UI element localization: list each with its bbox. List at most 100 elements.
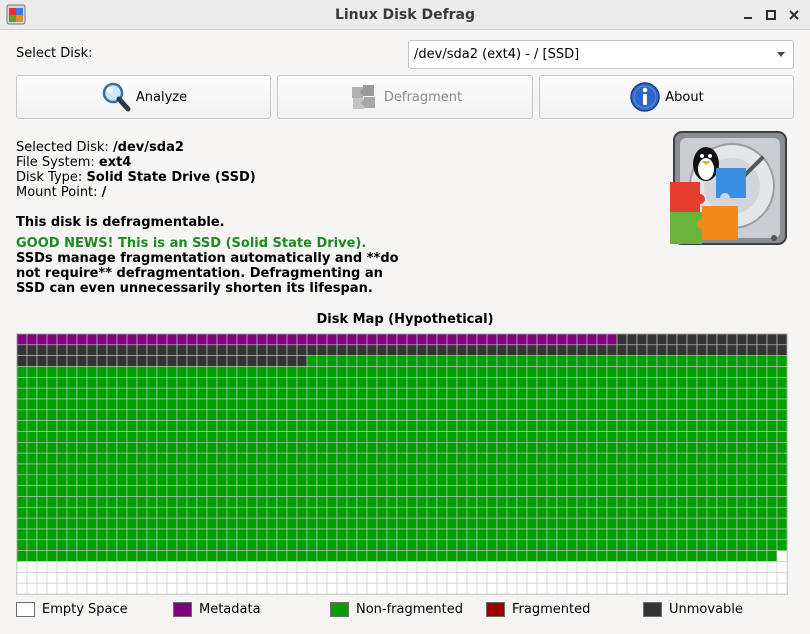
disk-block [516,507,528,519]
disk-block [66,572,78,584]
disk-block [706,485,718,497]
disk-block [236,485,248,497]
disk-block [706,496,718,508]
disk-block [486,452,498,465]
disk-block [26,398,38,411]
disk-block [26,517,38,530]
disk-block [726,431,738,443]
disk-block [316,528,328,541]
disk-block [696,409,708,421]
disk-block [176,442,188,454]
disk-block [536,431,548,443]
disk-block [176,528,188,541]
disk-block [586,398,598,411]
disk-block [66,387,78,400]
disk-block [586,517,598,530]
maximize-button[interactable] [761,5,781,25]
disk-block [216,355,228,367]
disk-block [756,420,768,432]
disk-block [466,550,478,562]
disk-block [306,334,318,346]
disk-block [366,561,378,573]
disk-block [446,539,458,551]
disk-block [106,344,118,356]
disk-block [336,582,348,595]
disk-block [416,485,428,497]
disk-block [436,561,448,573]
disk-block [66,377,78,389]
disk-block [476,334,488,346]
disk-block [186,561,198,573]
disk-block [696,550,708,562]
disk-block [326,517,338,530]
disk-block [696,431,708,443]
disk-block [676,409,688,421]
disk-block [146,366,158,378]
disk-block [256,496,268,508]
disk-block [616,398,628,411]
analyze-button[interactable]: Analyze [16,75,271,119]
disk-block [236,377,248,389]
disk-combobox[interactable]: /dev/sda2 (ext4) - / [SSD] [408,40,794,69]
disk-block [626,463,638,476]
disk-block [466,344,478,356]
disk-block [336,334,348,346]
disk-block [496,366,508,378]
disk-block [226,561,238,573]
disk-block [476,517,488,530]
disk-block [276,539,288,551]
disk-block [226,496,238,508]
disk-block [196,377,208,389]
disk-block [106,550,118,562]
disk-block [136,344,148,356]
disk-block [596,377,608,389]
disk-block [376,355,388,367]
disk-block [76,420,88,432]
disk-block [146,409,158,421]
about-button[interactable]: About [539,75,794,119]
disk-block [636,507,648,519]
disk-block [17,517,28,530]
disk-block [696,334,708,346]
disk-block [96,452,108,465]
disk-block [216,366,228,378]
disk-block [196,572,208,584]
disk-block [206,452,218,465]
disk-block [36,517,48,530]
disk-block [426,507,438,519]
disk-block [496,463,508,476]
disk-block [226,452,238,465]
disk-block [656,485,668,497]
disk-block [386,561,398,573]
disk-block [736,334,748,346]
disk-block [696,420,708,432]
disk-block [756,507,768,519]
disk-block [176,572,188,584]
disk-block [776,398,788,411]
disk-block [706,528,718,541]
disk-block [686,463,698,476]
disk-block [666,452,678,465]
disk-block [17,463,28,476]
disk-block [686,572,698,584]
disk-block [756,366,768,378]
disk-block [106,398,118,411]
disk-block [636,334,648,346]
disk-block [486,334,498,346]
disk-block [186,572,198,584]
disk-block [46,561,58,573]
disk-block [356,561,368,573]
disk-block [256,431,268,443]
disk-block [356,355,368,367]
defragment-button[interactable]: Defragment [277,75,533,119]
disk-block [766,420,778,432]
disk-block [286,582,298,595]
disk-block [406,452,418,465]
disk-block [376,474,388,486]
disk-block [176,561,188,573]
disk-block [426,582,438,595]
disk-block [136,507,148,519]
close-button[interactable] [784,5,804,25]
minimize-button[interactable] [738,5,758,25]
disk-block [46,507,58,519]
